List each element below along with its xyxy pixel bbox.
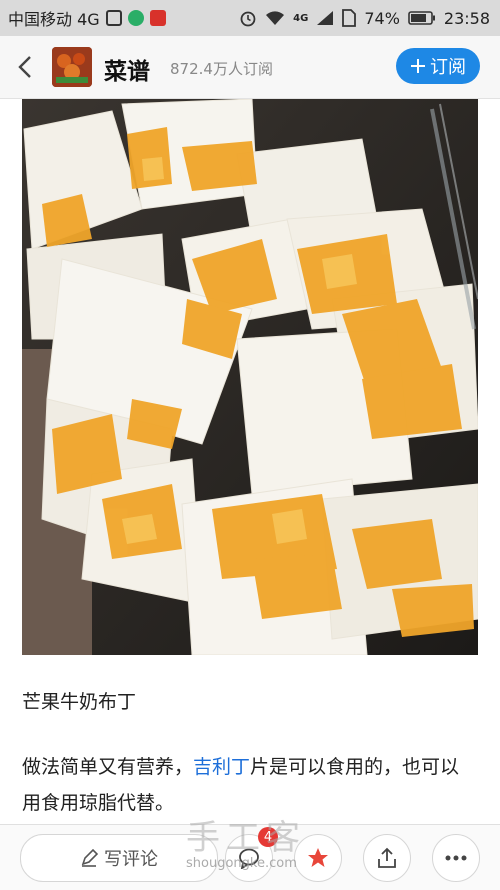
share-button[interactable] bbox=[363, 834, 411, 882]
channel-avatar[interactable] bbox=[52, 47, 92, 87]
image-icon bbox=[105, 10, 122, 26]
body-text-prefix: 做法简单又有营养， bbox=[22, 756, 194, 778]
site-watermark: 手工客 bbox=[186, 818, 306, 858]
sim-icon bbox=[342, 9, 357, 27]
site-watermark-url: shougongke.com bbox=[186, 856, 297, 871]
carrier-label: 中国移动 4G bbox=[8, 10, 100, 29]
subscriber-count: 872.4万人订阅 bbox=[170, 60, 273, 78]
channel-title: 菜谱 bbox=[104, 59, 150, 85]
signal-icon bbox=[317, 11, 334, 25]
subscribe-button[interactable]: 订阅 bbox=[396, 48, 480, 84]
wifi-icon bbox=[266, 11, 285, 25]
pen-icon bbox=[81, 849, 98, 867]
wechat-icon bbox=[127, 10, 144, 26]
network-type-badge: 4G bbox=[293, 12, 309, 24]
battery-icon bbox=[408, 11, 435, 25]
gelatin-link[interactable]: 吉利丁 bbox=[193, 756, 250, 778]
more-icon bbox=[445, 855, 467, 861]
share-icon bbox=[378, 847, 396, 868]
plus-icon bbox=[411, 59, 425, 73]
article-content: 芒果牛奶布丁 做法简单又有营养，吉利丁片是可以食用的，也可以用食用琼脂代替。 bbox=[0, 99, 500, 824]
more-button[interactable] bbox=[432, 834, 480, 882]
article-title: 芒果牛奶布丁 bbox=[22, 691, 137, 713]
comment-placeholder: 写评论 bbox=[104, 849, 158, 870]
back-arrow-icon[interactable] bbox=[14, 54, 38, 80]
clock-time: 23:58 bbox=[443, 8, 490, 28]
status-bar: 中国移动 4G 4G 74% 23:58 bbox=[0, 0, 500, 36]
news-app-icon bbox=[149, 10, 166, 26]
battery-percent: 74% bbox=[364, 8, 400, 28]
mango-pudding-photo bbox=[22, 99, 478, 655]
alarm-icon bbox=[240, 11, 256, 27]
star-icon bbox=[308, 848, 328, 867]
subscribe-label: 订阅 bbox=[430, 57, 466, 78]
